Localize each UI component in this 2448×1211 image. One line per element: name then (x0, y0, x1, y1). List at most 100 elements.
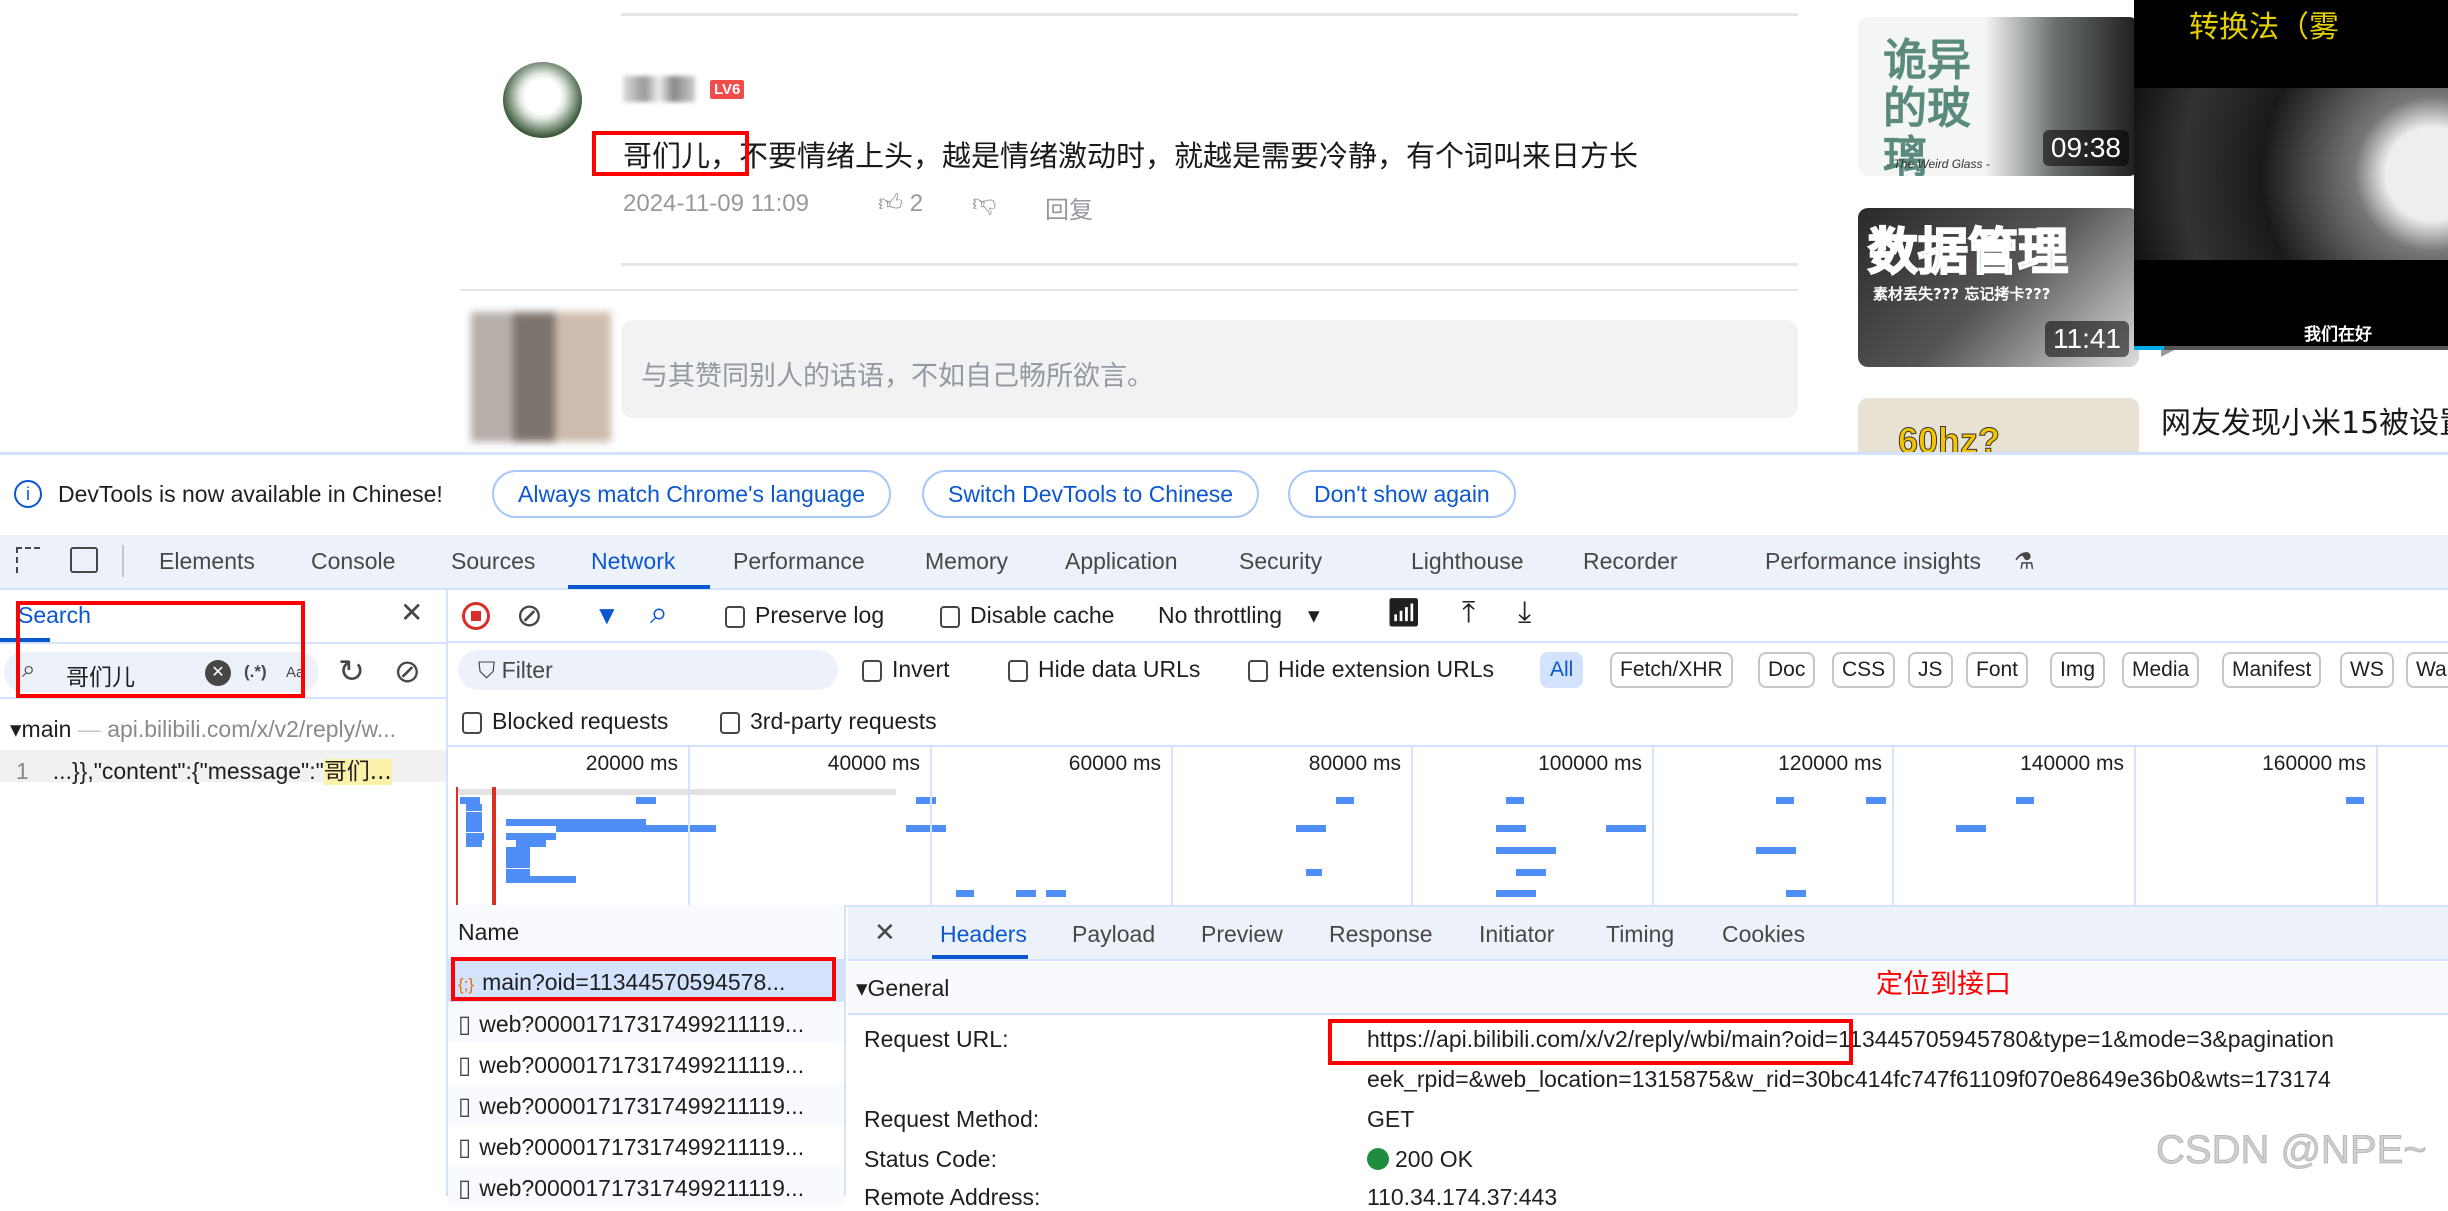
search-field-wrap[interactable] (4, 652, 319, 692)
request-name: web?00001717317499211119... (479, 1175, 805, 1201)
type-filter-wasm[interactable]: Wa (2406, 652, 2448, 688)
search-pane-title[interactable]: Search (18, 602, 91, 629)
record-button[interactable] (462, 602, 490, 630)
regex-toggle[interactable]: (.*) (244, 662, 267, 682)
request-row[interactable]: ▯ web?00001717317499211119... (448, 1084, 844, 1125)
type-filter-css[interactable]: CSS (1832, 652, 1896, 688)
reply-button[interactable]: 回复 (1045, 190, 1093, 225)
comment-text-rest: 不要情绪上头，越是情绪激动时，就越是需要冷静，有个词叫来日方长 (739, 139, 1639, 173)
tab-sources[interactable]: Sources (451, 548, 535, 575)
filter-input[interactable]: ⛉ Filter (458, 650, 838, 690)
timeline-tick-label: 120000 ms (1778, 752, 1882, 775)
details-tab-cookies[interactable]: Cookies (1722, 921, 1805, 948)
hide-extension-urls-checkbox[interactable]: Hide extension URLs (1248, 656, 1494, 683)
like-count: 2 (909, 190, 924, 217)
request-row[interactable]: ▯ web?00001717317499211119... (448, 1002, 844, 1043)
search-result-file[interactable]: ▾main — api.bilibili.com/x/v2/reply/w... (10, 716, 396, 743)
device-toolbar-icon[interactable] (70, 547, 98, 573)
details-tab-response[interactable]: Response (1329, 921, 1433, 948)
dont-show-again-button[interactable]: Don't show again (1288, 470, 1516, 518)
tab-network[interactable]: Network (591, 548, 675, 575)
close-details-icon[interactable]: ✕ (874, 917, 896, 948)
general-section-header[interactable]: ▾General (848, 963, 2448, 1015)
request-method-value: GET (1367, 1106, 1415, 1132)
close-search-icon[interactable]: ✕ (400, 596, 423, 629)
type-filter-ws[interactable]: WS (2340, 652, 2394, 688)
blocked-requests-checkbox[interactable]: Blocked requests (462, 708, 668, 735)
timeline-request-bar (1786, 890, 1806, 898)
tab-memory[interactable]: Memory (925, 548, 1008, 575)
switch-to-chinese-button[interactable]: Switch DevTools to Chinese (922, 470, 1260, 518)
export-har-icon[interactable]: ⤓ (1518, 596, 1531, 630)
timeline-overview-track (456, 789, 896, 795)
type-filter-media[interactable]: Media (2122, 652, 2200, 688)
filter-toggle-icon[interactable]: ▼ (594, 600, 620, 631)
details-tab-preview[interactable]: Preview (1201, 921, 1283, 948)
request-name: web?00001717317499211119... (479, 1134, 805, 1160)
always-match-language-button[interactable]: Always match Chrome's language (492, 470, 891, 518)
thumb-up-icon: 👍︎ (878, 190, 904, 217)
third-party-checkbox[interactable]: 3rd-party requests (720, 708, 937, 735)
refresh-search-icon[interactable]: ↻ (338, 652, 365, 690)
details-tab-initiator[interactable]: Initiator (1479, 921, 1554, 948)
like-button[interactable]: 👍︎ 2 (878, 190, 923, 218)
timeline-request-bar (906, 825, 946, 833)
preserve-log-checkbox[interactable]: Preserve log (725, 602, 884, 629)
clear-results-icon[interactable]: ⊘ (394, 652, 421, 690)
video-progress-bar[interactable] (2134, 346, 2448, 350)
clear-network-icon[interactable]: ⊘ (516, 596, 543, 634)
import-har-icon[interactable]: ⤒ (1462, 596, 1475, 630)
tab-performance-insights[interactable]: Performance insights (1765, 548, 1981, 575)
result-file-url: api.bilibili.com/x/v2/reply/w... (107, 716, 397, 742)
search-query-text[interactable]: 哥们儿 (66, 658, 135, 692)
tab-recorder[interactable]: Recorder (1583, 548, 1678, 575)
search-result-line[interactable]: 1 ...}},"content":{"message":"哥们... (0, 750, 446, 785)
commenter-avatar[interactable] (503, 62, 582, 138)
details-tab-headers[interactable]: Headers (940, 921, 1027, 948)
request-row[interactable]: ▯ web?00001717317499211119... (448, 1043, 844, 1084)
commenter-name-blurred[interactable] (623, 76, 695, 102)
video-duration-2: 11:41 (2045, 321, 2129, 357)
type-filter-font[interactable]: Font (1966, 652, 2029, 688)
reply-input[interactable]: 与其赞同别人的话语，不如自己畅所欲言。 (621, 320, 1798, 418)
type-filter-img[interactable]: Img (2050, 652, 2106, 688)
invert-checkbox[interactable]: Invert (862, 656, 950, 683)
name-column-header[interactable]: Name (458, 919, 519, 946)
dislike-button[interactable]: 👎︎ (972, 190, 996, 218)
network-conditions-icon[interactable]: 📶︎ (1386, 596, 1422, 629)
details-tab-timing[interactable]: Timing (1606, 921, 1674, 948)
document-icon: ▯ (458, 1052, 472, 1079)
type-filter-js[interactable]: JS (1908, 652, 1953, 688)
disable-cache-checkbox[interactable]: Disable cache (940, 602, 1114, 629)
clear-search-icon[interactable]: ✕ (205, 660, 231, 686)
timeline-request-bar (506, 847, 530, 854)
type-filter-manifest[interactable]: Manifest (2222, 652, 2322, 688)
tab-elements[interactable]: Elements (159, 548, 255, 575)
type-filter-fetch-xhr[interactable]: Fetch/XHR (1610, 652, 1733, 688)
comment-text: 哥们儿，不要情绪上头，越是情绪激动时，就越是需要冷静，有个词叫来日方长 (623, 133, 1638, 175)
timeline-request-bar (1306, 868, 1322, 876)
match-case-toggle[interactable]: Aa (286, 664, 304, 681)
hide-data-urls-label: Hide data URLs (1038, 656, 1201, 682)
floating-video-player[interactable]: 转换法（雾 我们在好 (2134, 0, 2448, 350)
details-tab-payload[interactable]: Payload (1072, 921, 1155, 948)
tab-console[interactable]: Console (311, 548, 395, 575)
tab-lighthouse[interactable]: Lighthouse (1411, 548, 1524, 575)
request-name: web?00001717317499211119... (479, 1011, 805, 1037)
type-filter-doc[interactable]: Doc (1758, 652, 1816, 688)
timeline-request-bar (506, 875, 576, 883)
request-row[interactable]: {;} main?oid=11344570594578... (448, 961, 844, 1002)
type-filter-all[interactable]: All (1540, 652, 1584, 688)
search-network-icon[interactable]: ⌕ (650, 594, 668, 632)
throttling-select[interactable]: No throttling ▾ (1158, 602, 1320, 629)
video-title-3[interactable]: 网友发现小米15被设置 (2161, 398, 2448, 442)
video-thumbnail-1[interactable]: 诡异的玻璃 - The Weird Glass - 09:38 (1858, 17, 2139, 176)
video-thumbnail-2[interactable]: 数据管理 素材丢失??? 忘记拷卡??? 11:41 (1858, 208, 2139, 367)
tab-application[interactable]: Application (1065, 548, 1178, 575)
hide-data-urls-checkbox[interactable]: Hide data URLs (1008, 656, 1200, 683)
inspect-element-icon[interactable] (16, 547, 40, 573)
request-row[interactable]: ▯ web?00001717317499211119... (448, 1125, 844, 1166)
request-row[interactable]: ▯ web?00001717317499211119... (448, 1166, 844, 1207)
tab-performance[interactable]: Performance (733, 548, 865, 575)
tab-security[interactable]: Security (1239, 548, 1322, 575)
